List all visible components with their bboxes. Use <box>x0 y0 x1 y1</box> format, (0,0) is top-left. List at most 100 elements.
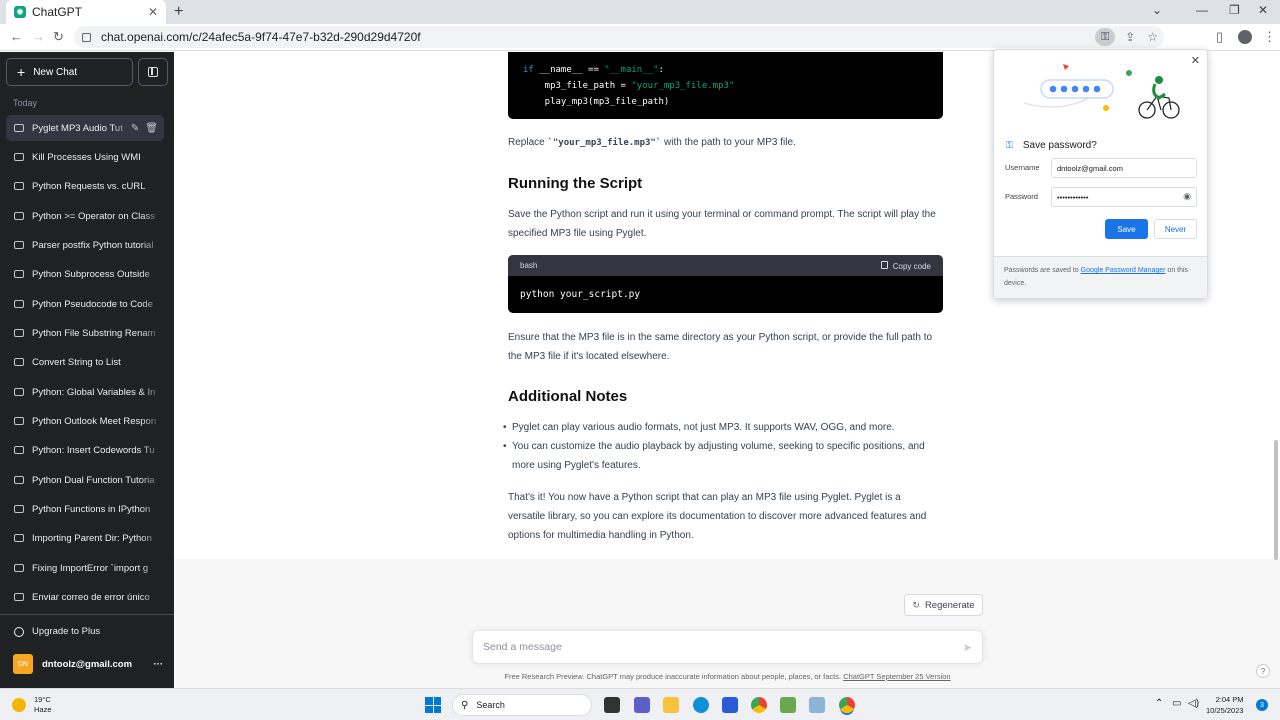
start-button[interactable] <box>425 697 441 713</box>
profile-icon[interactable] <box>1238 30 1252 44</box>
scrollbar[interactable] <box>1274 440 1278 560</box>
chat-bubble-icon <box>14 300 24 308</box>
chat-bubble-icon <box>14 153 24 161</box>
chat-item[interactable]: Pyglet MP3 Audio Tut ✎ 🗑 <box>6 115 164 141</box>
message-input[interactable]: Send a message ➤ <box>472 630 983 664</box>
disclaimer-text: Free Research Preview. ChatGPT may produ… <box>504 672 951 681</box>
chat-bubble-icon <box>14 270 24 278</box>
composer-area <box>174 559 1280 688</box>
new-tab-button[interactable]: + <box>174 3 183 21</box>
notification-badge[interactable]: 3 <box>1256 699 1268 711</box>
close-icon[interactable]: ✕ <box>1191 54 1200 67</box>
notepad-icon[interactable] <box>780 697 796 713</box>
network-icon[interactable]: ▭ <box>1172 698 1181 709</box>
app-icon[interactable] <box>809 697 825 713</box>
back-icon[interactable]: ← <box>10 29 23 44</box>
chat-item[interactable]: Fixing ImportError `import g <box>6 555 164 581</box>
list-item: Pyglet can play various audio formats, n… <box>512 422 895 433</box>
chat-item[interactable]: Python Functions in IPython <box>6 496 164 522</box>
task-view-icon[interactable] <box>604 697 620 713</box>
bookmark-star-icon[interactable]: ☆ <box>1147 30 1158 44</box>
side-panel-icon[interactable]: ▯ <box>1216 29 1223 45</box>
code-line: mp3_file_path = "your_mp3_file.mp3" <box>523 81 735 91</box>
version-link[interactable]: ChatGPT September 25 Version <box>843 672 950 681</box>
chat-item[interactable]: Parser postfix Python tutorial <box>6 232 164 258</box>
tab-title: ChatGPT <box>32 5 83 19</box>
chat-item[interactable]: Python File Substring Renam <box>6 320 164 346</box>
lock-icon <box>82 32 91 42</box>
chat-item[interactable]: Enviar correo de error único <box>6 584 164 610</box>
chat-item[interactable]: Kill Processes Using WMI <box>6 144 164 170</box>
password-manager-note: Passwords are saved to Google Password M… <box>994 256 1207 298</box>
share-icon[interactable]: ⇪ <box>1125 30 1135 44</box>
password-manager-link[interactable]: Google Password Manager <box>1081 267 1166 274</box>
password-key-icon[interactable]: ⚿ <box>1095 28 1116 46</box>
teams-icon[interactable] <box>634 697 650 713</box>
eye-icon[interactable]: ◉ <box>1183 191 1191 202</box>
chat-title: Kill Processes Using WMI <box>32 151 141 163</box>
help-icon[interactable]: ? <box>1256 664 1270 678</box>
username-field[interactable]: dntoolz@gmail.com <box>1051 158 1197 178</box>
reload-icon[interactable]: ↻ <box>53 29 64 45</box>
more-options-icon[interactable]: ··· <box>154 659 164 670</box>
never-button[interactable]: Never <box>1154 219 1197 239</box>
sidebar-toggle-button[interactable] <box>138 58 168 86</box>
system-clock[interactable]: 2:04 PM 10/25/2023 <box>1206 694 1244 716</box>
tray-chevron-icon[interactable]: ⌃ <box>1155 698 1163 709</box>
menu-icon[interactable]: ⋮ <box>1263 29 1276 45</box>
file-explorer-icon[interactable] <box>663 697 679 713</box>
tab-close-icon[interactable]: ✕ <box>148 5 158 19</box>
store-icon[interactable] <box>722 697 738 713</box>
account-email: dntoolz@gmail.com <box>42 658 133 670</box>
replace-paragraph: Replace `"your_mp3_file.mp3"` with the p… <box>508 137 796 148</box>
volume-icon[interactable]: ◁) <box>1188 698 1199 709</box>
save-button[interactable]: Save <box>1105 219 1148 239</box>
account-menu[interactable]: DN dntoolz@gmail.com ··· <box>13 654 163 674</box>
send-icon[interactable]: ➤ <box>963 641 972 654</box>
chat-title: Python Pseudocode to Code <box>32 298 153 310</box>
edit-icon[interactable]: ✎ <box>131 123 139 134</box>
chrome-active-icon[interactable] <box>839 697 855 713</box>
upgrade-to-plus-button[interactable]: Upgrade to Plus <box>14 626 100 637</box>
chat-item[interactable]: Python Subprocess Outside <box>6 261 164 287</box>
chat-bubble-icon <box>14 329 24 337</box>
browser-toolbar: ← → ↻ chat.openai.com/c/24afec5a-9f74-47… <box>0 24 1280 51</box>
copy-code-button[interactable]: Copy code <box>880 260 931 271</box>
browser-tab-bar: ✺ ChatGPT ✕ + ⌄ — ❐ ✕ <box>0 0 1280 24</box>
restore-button[interactable]: ❐ <box>1229 3 1240 17</box>
chat-title: Python Requests vs. cURL <box>32 180 146 192</box>
trash-icon[interactable]: 🗑 <box>145 123 158 134</box>
chat-item[interactable]: Python Requests vs. cURL <box>6 173 164 199</box>
edge-icon[interactable] <box>693 697 709 713</box>
chat-item[interactable]: Python: Global Variables & In <box>6 379 164 405</box>
tab-search-icon[interactable]: ⌄ <box>1152 3 1162 17</box>
chat-item[interactable]: Python Pseudocode to Code <box>6 291 164 317</box>
chrome-icon[interactable] <box>751 697 767 713</box>
code-language-label: bash <box>520 261 538 270</box>
chat-item[interactable]: Python Dual Function Tutoria <box>6 467 164 493</box>
chat-title: Pyglet MP3 Audio Tut <box>32 122 123 134</box>
avatar: DN <box>13 654 33 674</box>
weather-widget[interactable]: 19°C Haze <box>12 695 52 715</box>
chat-bubble-icon <box>14 593 24 601</box>
chat-item[interactable]: Python Outlook Meet Respon <box>6 408 164 434</box>
minimize-button[interactable]: — <box>1196 3 1208 17</box>
chat-bubble-icon <box>14 388 24 396</box>
forward-icon[interactable]: → <box>32 29 45 44</box>
windows-taskbar: 19°C Haze ⚲ Search ⌃ ▭ ◁) 2:04 PM 10/25/2… <box>0 688 1280 720</box>
new-chat-button[interactable]: + New Chat <box>6 58 133 86</box>
chat-item[interactable]: Python: Insert Codewords Tu <box>6 437 164 463</box>
password-field[interactable]: •••••••••••• ◉ <box>1051 187 1197 207</box>
regenerate-button[interactable]: ↻ Regenerate <box>904 594 983 616</box>
chat-item[interactable]: Importing Parent Dir: Python <box>6 525 164 551</box>
address-bar[interactable]: chat.openai.com/c/24afec5a-9f74-47e7-b32… <box>74 26 1164 48</box>
browser-tab[interactable]: ✺ ChatGPT ✕ <box>6 0 166 24</box>
save-password-dialog: ✕ ⚿ Save password? Username dntoolz@gmai… <box>993 49 1208 299</box>
code-line: if __name__ == "__main__": <box>523 65 664 75</box>
chat-item[interactable]: Python >= Operator on Class <box>6 203 164 229</box>
chat-title: Python Outlook Meet Respon <box>32 415 157 427</box>
chat-item[interactable]: Convert String to List <box>6 349 164 375</box>
window-close-button[interactable]: ✕ <box>1258 3 1268 17</box>
code-line: play_mp3(mp3_file_path) <box>523 97 670 107</box>
taskbar-search[interactable]: ⚲ Search <box>452 694 592 716</box>
